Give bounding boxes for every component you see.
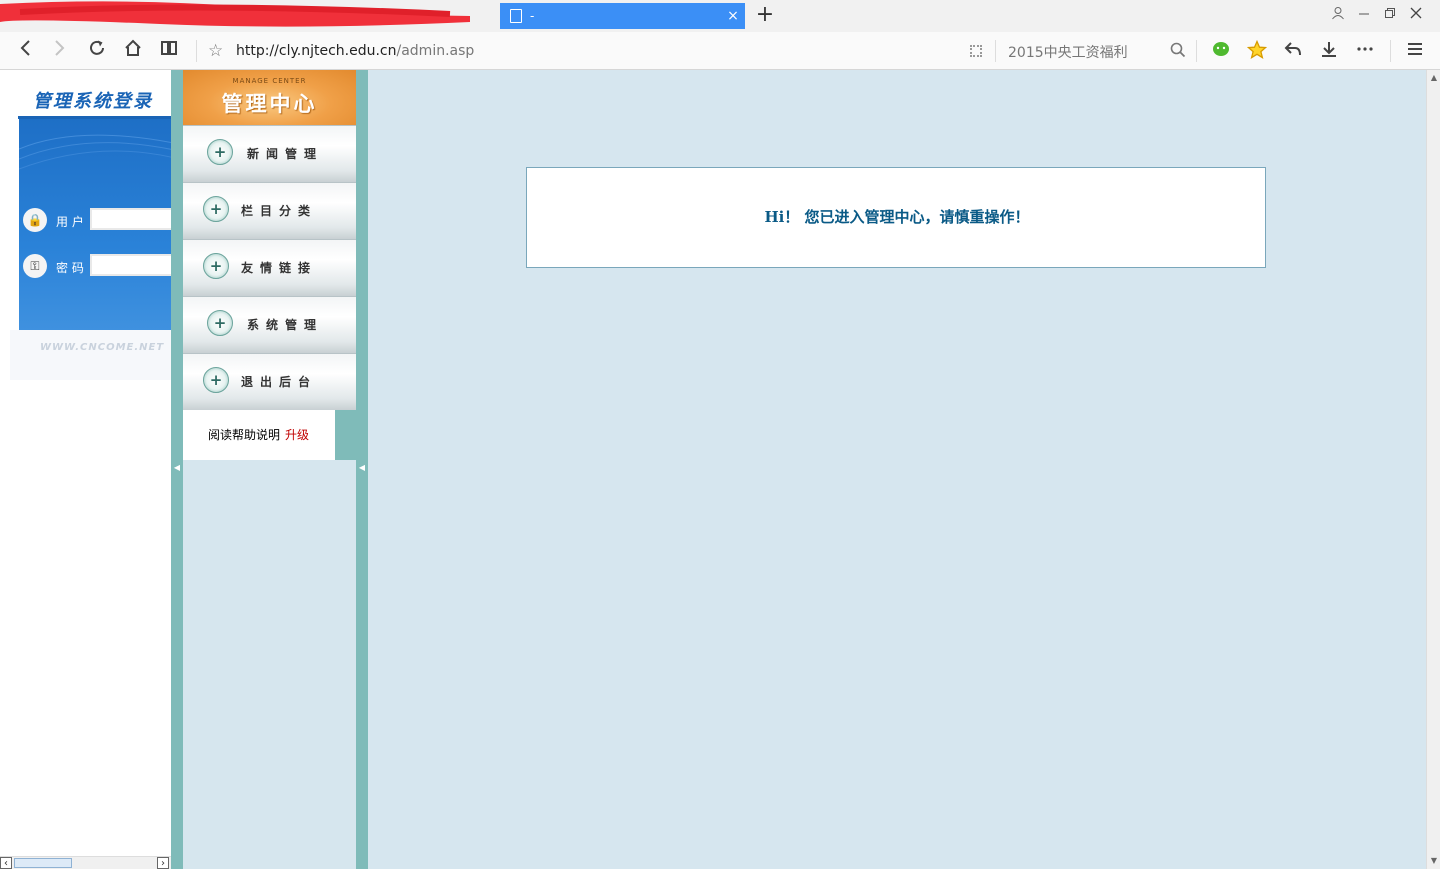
back-icon[interactable]	[13, 39, 37, 63]
minimize-icon[interactable]	[1354, 6, 1374, 24]
restore-icon[interactable]	[1380, 6, 1400, 24]
menu-frame-splitter[interactable]: ◀	[356, 70, 368, 869]
menu-header: MANAGE CENTER 管理中心	[183, 70, 356, 125]
plus-icon: +	[203, 367, 229, 393]
page-icon	[510, 9, 522, 23]
scroll-right-icon[interactable]: ›	[157, 857, 169, 869]
menu-item-logout[interactable]: + 退出后台	[183, 353, 356, 410]
navigation-bar: ☆ http://cly.njtech.edu.cn/admin.asp 201…	[0, 32, 1440, 70]
username-row: 🔒 用 户	[19, 208, 171, 234]
key-icon: ⚿	[23, 254, 47, 278]
password-row: ⚿ 密 码	[19, 254, 171, 280]
login-footer: WWW.CNCOME.NET	[10, 330, 171, 380]
collapse-arrow-icon[interactable]: ◀	[171, 463, 183, 472]
login-frame: 管理系统登录 🔒 用 户 ⚿ 密 码 WWW.CNCOME.NET ‹ ›	[0, 70, 171, 869]
left-frame-splitter[interactable]: ◀	[171, 70, 183, 869]
qr-code-icon[interactable]	[970, 45, 982, 57]
login-footer-text: WWW.CNCOME.NET	[40, 342, 165, 353]
undo-close-icon[interactable]	[1282, 40, 1304, 62]
username-label: 用 户	[56, 215, 84, 229]
menu-item-label: 栏目分类	[241, 204, 318, 218]
menu-item-label: 退出后台	[241, 375, 318, 389]
address-bar[interactable]: http://cly.njtech.edu.cn/admin.asp	[236, 43, 474, 59]
active-tab[interactable]: - ×	[500, 3, 745, 29]
welcome-box: Hi！ 您已进入管理中心，请慎重操作！	[526, 167, 1266, 268]
close-window-icon[interactable]	[1406, 6, 1426, 24]
horizontal-scrollbar[interactable]: ‹ ›	[0, 856, 171, 869]
favorites-star-icon[interactable]	[1246, 39, 1268, 62]
help-link[interactable]: 阅读帮助说明	[208, 426, 280, 443]
tab-close-icon[interactable]: ×	[721, 8, 745, 24]
menu-help-box: 阅读帮助说明 升级	[183, 410, 335, 460]
separator	[1196, 40, 1197, 62]
wechat-icon[interactable]	[1210, 40, 1232, 62]
menu-item-links[interactable]: + 友情链接	[183, 239, 356, 296]
new-tab-button[interactable]: +	[754, 3, 776, 29]
user-icon[interactable]	[1328, 6, 1348, 24]
menu-help-side-bar	[335, 410, 356, 460]
reader-icon[interactable]	[157, 39, 181, 63]
menu-item-label: 新闻管理	[247, 147, 324, 161]
more-icon[interactable]	[1354, 40, 1376, 62]
plus-icon: +	[207, 310, 233, 336]
separator	[196, 40, 197, 62]
page-viewport: 管理系统登录 🔒 用 户 ⚿ 密 码 WWW.CNCOME.NET ‹ › ◀ …	[0, 70, 1440, 869]
menu-item-categories[interactable]: + 栏目分类	[183, 182, 356, 239]
menu-item-label: 系统管理	[247, 318, 324, 332]
separator	[1390, 40, 1391, 62]
vertical-scrollbar[interactable]: ▲ ▼	[1426, 70, 1440, 869]
lock-icon: 🔒	[23, 208, 47, 232]
plus-icon: +	[207, 139, 233, 165]
scroll-down-icon[interactable]: ▼	[1428, 855, 1440, 867]
menu-header-title: 管理中心	[221, 91, 318, 116]
forward-icon[interactable]	[48, 39, 72, 63]
menu-item-label: 友情链接	[241, 261, 318, 275]
url-domain: http://cly.njtech.edu.cn	[236, 43, 397, 59]
search-icon[interactable]	[1169, 41, 1187, 59]
menu-item-news[interactable]: + 新闻管理	[183, 125, 356, 182]
collapse-arrow-icon[interactable]: ◀	[356, 463, 368, 472]
search-input[interactable]: 2015中央工资福利	[1008, 42, 1128, 62]
login-title: 管理系统登录	[33, 91, 153, 112]
download-icon[interactable]	[1318, 40, 1340, 62]
tab-title: -	[530, 9, 535, 23]
scroll-left-icon[interactable]: ‹	[0, 857, 12, 869]
main-frame: Hi！ 您已进入管理中心，请慎重操作！	[368, 70, 1426, 869]
welcome-message: Hi！ 您已进入管理中心，请慎重操作！	[764, 208, 1030, 226]
title-bar: - × +	[0, 0, 1440, 32]
separator	[995, 40, 996, 62]
upgrade-link[interactable]: 升级	[285, 426, 309, 443]
url-path: /admin.asp	[396, 43, 475, 59]
plus-icon: +	[203, 253, 229, 279]
username-input[interactable]	[90, 208, 171, 230]
menu-item-system[interactable]: + 系统管理	[183, 296, 356, 353]
password-label: 密 码	[56, 261, 84, 275]
reload-icon[interactable]	[85, 39, 109, 63]
menu-icon[interactable]	[1404, 40, 1426, 62]
login-panel: 🔒 用 户 ⚿ 密 码	[19, 119, 171, 330]
password-input[interactable]	[90, 254, 171, 276]
scroll-up-icon[interactable]: ▲	[1428, 72, 1440, 84]
login-panel-wave-decoration	[19, 134, 171, 170]
redaction-scribble	[0, 1, 470, 27]
scrollbar-thumb[interactable]	[14, 858, 72, 868]
menu-frame: MANAGE CENTER 管理中心 + 新闻管理 + 栏目分类 + 友情链接 …	[183, 70, 356, 869]
plus-icon: +	[203, 196, 229, 222]
menu-header-en: MANAGE CENTER	[232, 77, 307, 85]
home-icon[interactable]	[121, 39, 145, 63]
bookmark-star-icon[interactable]: ☆	[208, 42, 223, 60]
